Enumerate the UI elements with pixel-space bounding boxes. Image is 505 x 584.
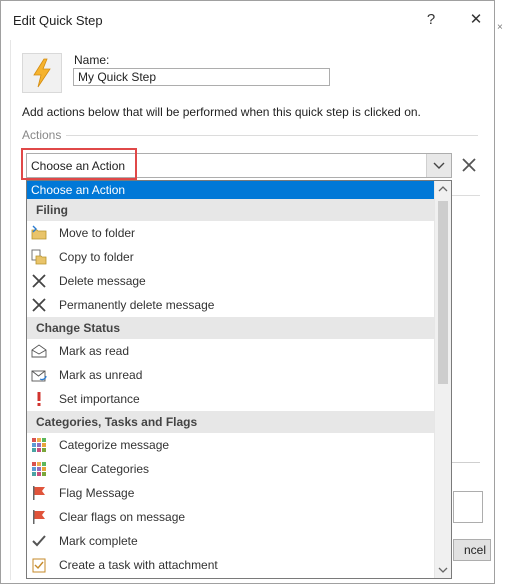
action-label: Copy to folder xyxy=(59,250,134,264)
group-header-filing: Filing xyxy=(27,199,435,221)
dropdown-items: Choose an Action Filing Move to folder C… xyxy=(27,181,435,577)
exclamation-icon xyxy=(31,391,47,407)
checkmark-icon xyxy=(31,533,47,549)
envelope-open-icon xyxy=(31,343,47,359)
flag-icon xyxy=(31,485,47,501)
action-clear-flags-on-message[interactable]: Clear flags on message xyxy=(27,505,435,529)
action-label: Set importance xyxy=(59,392,140,406)
quick-step-lightning-icon xyxy=(22,53,62,93)
action-set-importance[interactable]: Set importance xyxy=(27,387,435,411)
chevron-down-icon xyxy=(433,162,445,169)
scrollbar-thumb[interactable] xyxy=(438,201,448,384)
action-label: Flag Message xyxy=(59,486,135,500)
flag-icon xyxy=(31,509,47,525)
title-bar: Edit Quick Step ? ✕ xyxy=(1,1,494,39)
action-label: Delete message xyxy=(59,274,146,288)
action-label: Mark complete xyxy=(59,534,138,548)
instructions-text: Add actions below that will be performed… xyxy=(22,105,421,119)
close-button[interactable]: ✕ xyxy=(462,7,490,33)
scroll-up-button[interactable] xyxy=(435,181,451,197)
chevron-up-icon xyxy=(438,186,448,192)
action-copy-to-folder[interactable]: Copy to folder xyxy=(27,245,435,269)
category-grid-icon xyxy=(31,461,47,477)
cancel-button[interactable]: ncel xyxy=(453,539,491,561)
dropdown-scrollbar[interactable] xyxy=(434,181,451,578)
action-label: Permanently delete message xyxy=(59,298,215,312)
chevron-down-icon xyxy=(438,567,448,573)
action-mark-as-read[interactable]: Mark as read xyxy=(27,339,435,363)
scroll-down-button[interactable] xyxy=(435,562,451,578)
action-delete-message[interactable]: Delete message xyxy=(27,269,435,293)
action-label: Clear flags on message xyxy=(59,510,186,524)
dropdown-selected-item[interactable]: Choose an Action xyxy=(27,181,435,199)
move-folder-icon xyxy=(31,225,47,241)
section-divider xyxy=(450,195,480,196)
category-grid-icon xyxy=(31,437,47,453)
envelope-unread-icon xyxy=(31,367,47,383)
action-mark-complete[interactable]: Mark complete xyxy=(27,529,435,553)
name-input[interactable] xyxy=(73,68,330,86)
action-label: Mark as read xyxy=(59,344,130,358)
action-clear-categories[interactable]: Clear Categories xyxy=(27,457,435,481)
help-button[interactable]: ? xyxy=(417,7,445,33)
action-create-task-with-attachment[interactable]: Create a task with attachment xyxy=(27,553,435,577)
action-categorize-message[interactable]: Categorize message xyxy=(27,433,435,457)
annotation-highlight-box xyxy=(21,148,137,180)
section-divider xyxy=(450,462,480,463)
action-label: Mark as unread xyxy=(59,368,143,382)
name-label: Name: xyxy=(74,53,110,67)
action-move-to-folder[interactable]: Move to folder xyxy=(27,221,435,245)
action-flag-message[interactable]: Flag Message xyxy=(27,481,435,505)
task-icon xyxy=(31,557,47,573)
action-label: Move to folder xyxy=(59,226,136,240)
actions-section-label: Actions xyxy=(22,128,62,142)
hidden-field-box[interactable] xyxy=(453,491,483,523)
close-icon xyxy=(462,158,476,172)
dialog-title: Edit Quick Step xyxy=(13,13,103,28)
actions-divider xyxy=(66,135,478,136)
group-header-categories-tasks-flags: Categories, Tasks and Flags xyxy=(27,411,435,433)
combobox-dropdown-button[interactable] xyxy=(426,154,451,177)
delete-x-icon xyxy=(31,273,47,289)
action-mark-as-unread[interactable]: Mark as unread xyxy=(27,363,435,387)
group-header-change-status: Change Status xyxy=(27,317,435,339)
background-window-edge: × xyxy=(496,0,505,584)
delete-x-icon xyxy=(31,297,47,313)
copy-folder-icon xyxy=(31,249,47,265)
remove-action-button[interactable] xyxy=(458,154,480,176)
action-permanently-delete-message[interactable]: Permanently delete message xyxy=(27,293,435,317)
action-label: Create a task with attachment xyxy=(59,558,218,572)
action-label: Categorize message xyxy=(59,438,170,452)
action-label: Clear Categories xyxy=(59,462,150,476)
action-dropdown-list: Choose an Action Filing Move to folder C… xyxy=(26,180,452,579)
